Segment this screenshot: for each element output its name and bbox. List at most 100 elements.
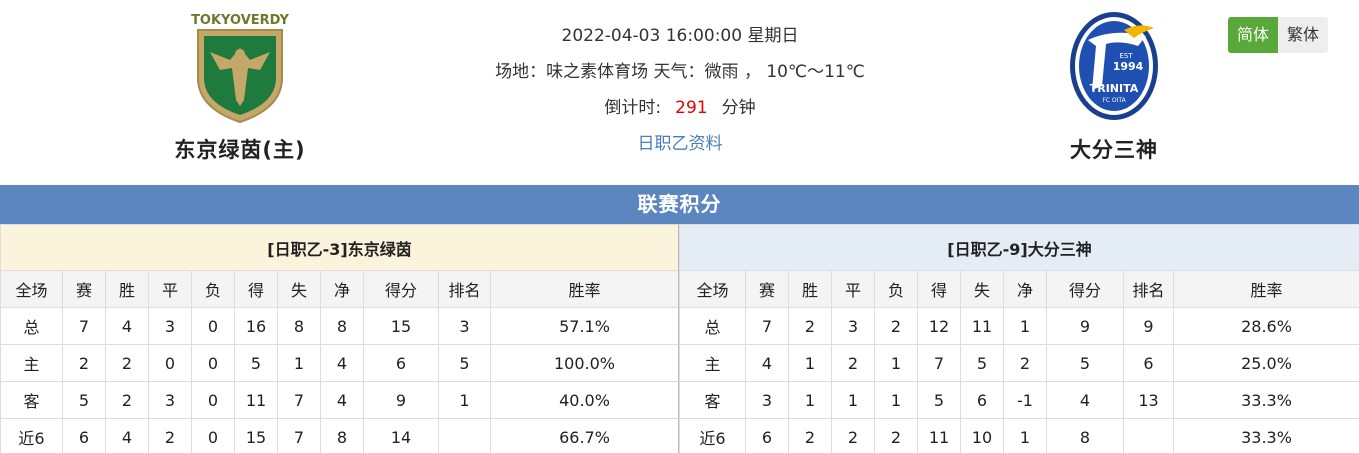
svg-text:EST: EST [1119,52,1133,60]
league-info-link[interactable]: 日职乙资料 [638,134,723,154]
table-cell: 2 [874,307,918,345]
table-cell: 1 [1003,307,1047,345]
table-cell: 4 [1046,381,1124,419]
table-cell: 15 [363,307,439,345]
row-label: 总 [679,307,746,345]
table-cell: 8 [277,307,321,345]
section-title: 联赛积分 [0,185,1359,224]
table-cell: 7 [277,381,321,419]
table-cell: 5 [234,344,278,382]
table-cell: 2 [831,418,875,453]
col-header: 胜率 [1173,270,1359,308]
table-cell: 11 [917,418,961,453]
col-header: 得分 [1046,270,1124,308]
col-header: 得分 [363,270,439,308]
table-cell: 1 [874,381,918,419]
row-label: 主 [0,344,63,382]
table-cell: 2 [874,418,918,453]
table-cell: 4 [320,381,364,419]
table-cell: 0 [191,307,235,345]
col-header: 排名 [438,270,491,308]
table-cell: 2 [831,344,875,382]
table-cell: 2 [62,344,106,382]
table-cell: 8 [320,418,364,453]
table-cell: 2 [788,307,832,345]
svg-text:TOKYOVERDY: TOKYOVERDY [191,13,289,28]
table-cell: 33.3% [1173,418,1359,453]
table-cell: 4 [745,344,789,382]
match-info: 2022-04-03 16:00:00 星期日 场地：味之素体育场 天气：微雨 … [430,18,930,162]
table-cell: 5 [62,381,106,419]
table-row: 主 2 2 0 0 5 1 4 6 5 100.0% [0,344,679,382]
table-cell: 1 [788,344,832,382]
table-cell: 12 [917,307,961,345]
match-datetime: 2022-04-03 16:00:00 星期日 [561,26,799,46]
match-venue-weather: 场地：味之素体育场 天气：微雨 ， 10℃～11℃ [495,62,865,82]
table-row: 总 7 2 3 2 12 11 1 9 9 28.6% [679,307,1359,345]
match-countdown: 倒计时: 291 分钟 [430,90,930,126]
col-header: 负 [191,270,235,308]
table-cell: 25.0% [1173,344,1359,382]
lang-traditional-button[interactable]: 繁体 [1278,17,1329,53]
table-cell: 4 [105,418,149,453]
match-header: TOKYOVERDY 东京绿茵(主) 2022-04-03 16:00:00 星… [0,0,1359,185]
table-cell: 8 [320,307,364,345]
table-row: 近6 6 2 2 2 11 10 1 8 33.3% [679,418,1359,453]
table-cell: 1 [788,381,832,419]
table-cell [1123,418,1174,453]
countdown-value: 291 [675,98,708,118]
svg-text:TRINITA: TRINITA [1090,82,1139,95]
col-header: 失 [277,270,321,308]
away-standings-header: [日职乙-9]大分三神 [679,224,1359,271]
table-cell: 100.0% [490,344,679,382]
home-standings-title: [日职乙-3]东京绿茵 [0,224,679,271]
table-row: 总 7 4 3 0 16 8 8 15 3 57.1% [0,307,679,345]
table-cell: 7 [917,344,961,382]
row-label: 近6 [0,418,63,453]
table-cell: 1 [874,344,918,382]
table-cell: 11 [960,307,1004,345]
table-cell: 3 [438,307,491,345]
table-cell: 14 [363,418,439,453]
table-cell: 2 [148,418,192,453]
table-cell: 7 [277,418,321,453]
table-cell: 9 [1123,307,1174,345]
table-cell: 6 [363,344,439,382]
table-cell: 1 [831,381,875,419]
table-cell: 15 [234,418,278,453]
col-header: 赛 [745,270,789,308]
home-team: TOKYOVERDY 东京绿茵(主) [140,8,340,164]
col-header: 平 [148,270,192,308]
col-header: 排名 [1123,270,1174,308]
col-header: 胜率 [490,270,679,308]
table-cell: 1 [438,381,491,419]
table-cell [438,418,491,453]
table-row: 近6 6 4 2 0 15 7 8 14 66.7% [0,418,679,453]
col-header: 失 [960,270,1004,308]
table-cell: 9 [363,381,439,419]
row-label: 总 [0,307,63,345]
table-cell: 8 [1046,418,1124,453]
table-cell: 5 [960,344,1004,382]
svg-text:1994: 1994 [1113,60,1144,73]
table-cell: 11 [234,381,278,419]
table-row: 主 4 1 2 1 7 5 2 5 6 25.0% [679,344,1359,382]
away-standings-table: [日职乙-9]大分三神 全场 赛 胜 平 负 得 失 净 得分 排名 胜率 总 … [679,224,1359,453]
countdown-unit: 分钟 [721,98,756,118]
table-cell: 0 [191,344,235,382]
table-cell: 0 [148,344,192,382]
away-team-name: 大分三神 [1070,138,1158,162]
table-cell: 3 [148,307,192,345]
home-standings-table: [日职乙-3]东京绿茵 全场 赛 胜 平 负 得 失 净 得分 排名 胜率 总 … [0,224,679,453]
table-cell: 6 [745,418,789,453]
table-cell: 9 [1046,307,1124,345]
col-header: 净 [1003,270,1047,308]
tokyo-verdy-logo-icon: TOKYOVERDY [191,13,290,124]
svg-text:FC OITA: FC OITA [1102,97,1126,104]
lang-simplified-button[interactable]: 简体 [1228,17,1279,53]
table-cell: 1 [1003,418,1047,453]
table-cell: 10 [960,418,1004,453]
table-cell: 0 [191,418,235,453]
column-header-row: 全场 赛 胜 平 负 得 失 净 得分 排名 胜率 [0,270,679,308]
away-team: EST 1994 TRINITA FC OITA 大分三神 [1014,8,1214,164]
